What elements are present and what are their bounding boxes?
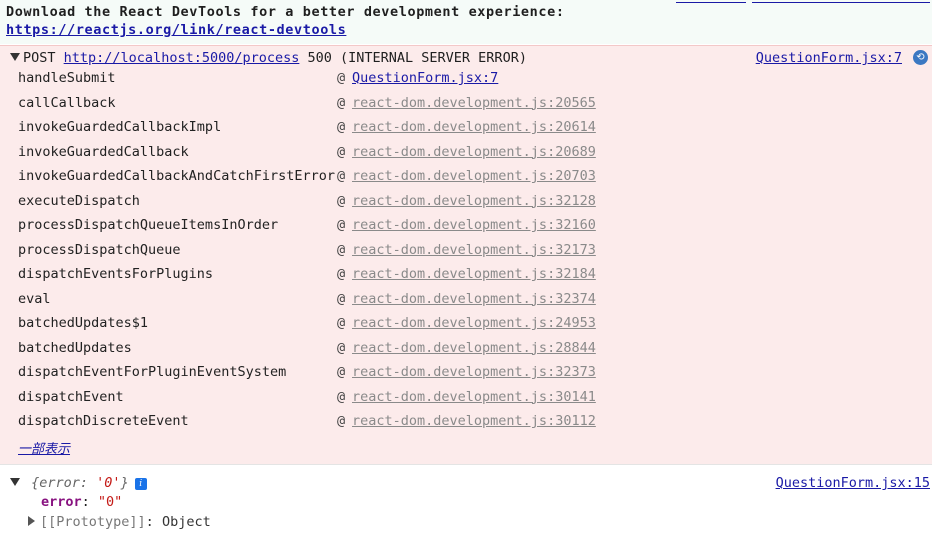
stack-frame-function: dispatchEvent bbox=[18, 388, 124, 405]
error-header[interactable]: POST http://localhost:5000/process 500 (… bbox=[10, 50, 527, 66]
truncated-link-above-a bbox=[676, 0, 746, 3]
stack-frame-function: invokeGuardedCallbackImpl bbox=[18, 119, 222, 135]
stack-frame-at: @ bbox=[337, 168, 346, 184]
stack-frame-at: @ bbox=[337, 241, 346, 258]
stack-frame-location-link[interactable]: react-dom.development.js:32160 bbox=[352, 217, 596, 233]
stack-frame-function: dispatchDiscreteEvent bbox=[18, 413, 189, 429]
stack-frame-at: @ bbox=[337, 192, 346, 209]
stack-frame-location-link[interactable]: react-dom.development.js:20703 bbox=[352, 168, 596, 184]
stack-frame-function: executeDispatch bbox=[18, 192, 140, 209]
expand-triangle-icon[interactable] bbox=[10, 478, 20, 486]
stack-frame-at: @ bbox=[337, 364, 346, 380]
stack-frame-location-link[interactable]: react-dom.development.js:32373 bbox=[352, 364, 596, 380]
stack-frame-at: @ bbox=[337, 94, 346, 111]
stack-frame-function: callCallback bbox=[18, 94, 116, 111]
truncated-link-above-b bbox=[752, 0, 930, 3]
network-request-icon[interactable]: ⟲ bbox=[913, 50, 928, 65]
banner-text: Download the React DevTools for a better… bbox=[6, 4, 565, 20]
stack-frame-function: handleSubmit bbox=[18, 70, 116, 86]
prototype-separator: : bbox=[145, 514, 162, 530]
network-error-message: POST http://localhost:5000/process 500 (… bbox=[0, 45, 932, 464]
stack-frame-at: @ bbox=[337, 388, 346, 405]
error-request-url[interactable]: http://localhost:5000/process bbox=[64, 50, 300, 66]
stack-frame-function: batchedUpdates$1 bbox=[18, 315, 149, 331]
object-preview: {error: '0'} bbox=[31, 475, 129, 491]
preview-close: } bbox=[120, 475, 129, 491]
stack-frame-function: processDispatchQueue bbox=[18, 241, 181, 258]
logged-object-message: {error: '0'} i QuestionForm.jsx:15 error:… bbox=[0, 464, 932, 538]
stack-frame-location-link[interactable]: react-dom.development.js:20689 bbox=[352, 144, 596, 160]
stack-frame-at: @ bbox=[337, 315, 346, 331]
object-prototype-row[interactable]: [[Prototype]]: Object bbox=[28, 514, 211, 530]
stack-frame-location-link[interactable]: react-dom.development.js:30141 bbox=[352, 389, 596, 405]
prototype-key: [[Prototype]] bbox=[40, 514, 146, 530]
stack-frame-location-link[interactable]: react-dom.development.js:32184 bbox=[352, 266, 596, 282]
stack-frame-function: invokeGuardedCallback bbox=[18, 143, 189, 160]
show-less-link[interactable]: 一部表示 bbox=[18, 438, 70, 457]
stack-frame-location-link[interactable]: react-dom.development.js:20565 bbox=[352, 95, 596, 111]
info-badge-icon[interactable]: i bbox=[134, 478, 147, 490]
stack-frame-location-link[interactable]: react-dom.development.js:28844 bbox=[352, 340, 596, 356]
property-value: "0" bbox=[97, 494, 123, 510]
stack-frame-location-link[interactable]: react-dom.development.js:32128 bbox=[352, 193, 596, 209]
expand-prototype-icon[interactable] bbox=[28, 516, 35, 526]
stack-frame-at: @ bbox=[337, 70, 346, 86]
stack-frame-at: @ bbox=[337, 266, 346, 282]
stack-frame-at: @ bbox=[337, 119, 346, 135]
stack-frame-location-link[interactable]: react-dom.development.js:32374 bbox=[352, 291, 596, 307]
property-separator: : bbox=[81, 494, 98, 510]
collapse-triangle-icon[interactable] bbox=[10, 53, 20, 61]
object-preview-row[interactable]: {error: '0'} i bbox=[10, 475, 147, 491]
object-property-error: error: "0" bbox=[41, 494, 122, 510]
stack-frame-function: invokeGuardedCallbackAndCatchFirstError bbox=[18, 168, 335, 184]
banner-devtools-link[interactable]: https://reactjs.org/link/react-devtools bbox=[6, 22, 346, 38]
preview-open: {error: bbox=[31, 475, 97, 491]
stack-frame-location-link[interactable]: react-dom.development.js:32173 bbox=[352, 242, 596, 258]
prototype-value: Object bbox=[161, 514, 211, 530]
stack-frame-location-link[interactable]: react-dom.development.js:30112 bbox=[352, 413, 596, 429]
stack-frame-function: dispatchEventsForPlugins bbox=[18, 266, 214, 282]
property-key: error bbox=[41, 494, 82, 510]
stack-frame-at: @ bbox=[337, 339, 346, 356]
error-source-link[interactable]: QuestionForm.jsx:7 bbox=[756, 50, 902, 66]
error-status: 500 (INTERNAL SERVER ERROR) bbox=[307, 50, 527, 66]
stack-frame-location-link[interactable]: react-dom.development.js:24953 bbox=[352, 315, 596, 331]
stack-frame-at: @ bbox=[337, 413, 346, 429]
stack-frame-at: @ bbox=[337, 290, 346, 307]
stack-frame-location-link[interactable]: react-dom.development.js:20614 bbox=[352, 119, 596, 135]
stack-frame-at: @ bbox=[337, 143, 346, 160]
stack-frame-at: @ bbox=[337, 217, 346, 233]
error-method: POST bbox=[23, 50, 56, 66]
object-source-link[interactable]: QuestionForm.jsx:15 bbox=[776, 475, 930, 491]
devtools-banner-message: Download the React DevTools for a better… bbox=[0, 0, 932, 44]
stack-frame-function: batchedUpdates bbox=[18, 339, 132, 356]
preview-value: '0' bbox=[96, 475, 121, 491]
stack-frame-location-link[interactable]: QuestionForm.jsx:7 bbox=[352, 70, 498, 86]
stack-frame-function: eval bbox=[18, 290, 51, 307]
stack-frame-function: dispatchEventForPluginEventSystem bbox=[18, 364, 287, 380]
stack-frame-function: processDispatchQueueItemsInOrder bbox=[18, 217, 279, 233]
